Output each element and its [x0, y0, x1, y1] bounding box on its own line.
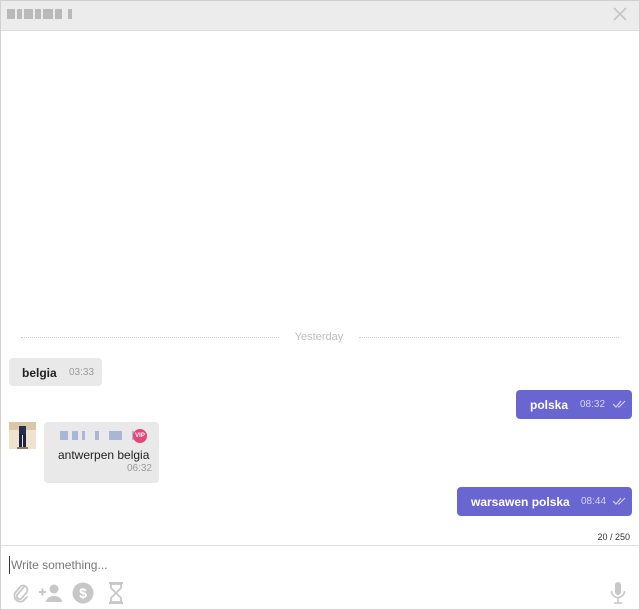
- message-text: belgia: [22, 366, 57, 380]
- close-icon[interactable]: [611, 6, 629, 24]
- message-incoming: belgia 03:33: [9, 358, 102, 386]
- message-text: warsawen polska: [471, 495, 570, 509]
- message-text: polska: [530, 398, 569, 412]
- character-counter: 20 / 250: [597, 532, 630, 542]
- titlebar: [1, 1, 639, 31]
- svg-text:$: $: [79, 585, 87, 601]
- paperclip-icon[interactable]: [11, 582, 33, 604]
- dollar-icon[interactable]: $: [72, 582, 94, 604]
- message-time: 03:33: [69, 367, 95, 378]
- sender-name-redacted: [60, 431, 134, 440]
- message-time: 08:32: [580, 399, 606, 410]
- message-time: 08:44: [581, 496, 607, 507]
- message-incoming: VIP antwerpen belgia 06:32: [44, 422, 159, 483]
- double-check-icon: [612, 398, 626, 412]
- date-divider-label: Yesterday: [294, 331, 344, 343]
- microphone-icon[interactable]: [609, 581, 627, 605]
- message-outgoing: polska 08:32: [516, 390, 632, 419]
- vip-badge: VIP: [133, 429, 147, 443]
- date-divider: Yesterday: [21, 331, 619, 345]
- avatar[interactable]: [9, 422, 36, 449]
- message-outgoing: warsawen polska 08:44: [457, 487, 632, 516]
- add-user-icon[interactable]: [38, 582, 64, 604]
- message-text: antwerpen belgia: [58, 448, 150, 462]
- double-check-icon: [612, 495, 626, 509]
- message-input[interactable]: [9, 556, 611, 574]
- message-time: 06:32: [126, 463, 152, 474]
- chat-window: Yesterday belgia 03:33 polska 08:32 VIP …: [0, 0, 640, 610]
- composer: $: [1, 545, 639, 610]
- chat-title-redacted: [7, 9, 72, 19]
- hourglass-icon[interactable]: [107, 582, 129, 604]
